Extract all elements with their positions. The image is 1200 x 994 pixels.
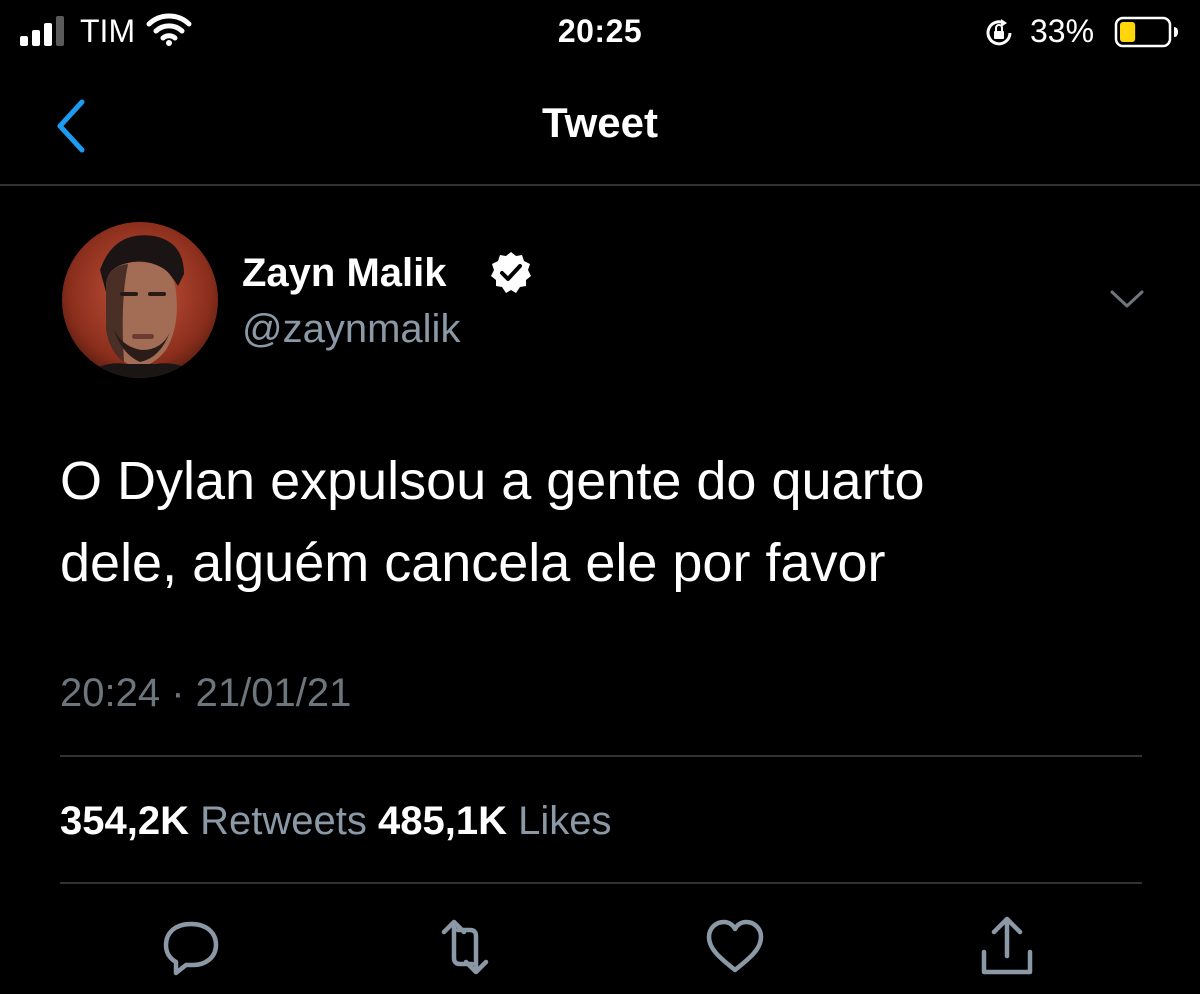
engagement-stats: 354,2K Retweets 485,1K Likes: [60, 798, 611, 844]
author-name[interactable]: Zayn Malik: [242, 250, 447, 296]
retweets-count: 354,2K: [60, 799, 189, 843]
likes-label: Likes: [518, 799, 612, 843]
divider: [60, 755, 1142, 757]
reply-icon[interactable]: [156, 912, 226, 982]
avatar[interactable]: [62, 222, 218, 378]
retweets-stat[interactable]: 354,2K Retweets: [60, 799, 378, 843]
nav-bar: Tweet: [0, 64, 1200, 186]
like-icon[interactable]: [700, 912, 770, 982]
share-icon[interactable]: [972, 912, 1042, 982]
battery-percent: 33%: [1030, 13, 1095, 49]
verified-badge-icon: [491, 252, 531, 293]
retweets-label: Retweets: [200, 799, 367, 843]
author-handle[interactable]: @zaynmalik: [242, 306, 460, 352]
chevron-down-icon[interactable]: [1106, 284, 1148, 316]
likes-stat[interactable]: 485,1K Likes: [378, 799, 612, 843]
avatar-image: [62, 222, 218, 378]
tweet-timestamp[interactable]: 20:24 · 21/01/21: [60, 670, 351, 716]
divider: [60, 882, 1142, 884]
battery-icon: [1114, 16, 1178, 48]
tweet-text: O Dylan expulsou a gente do quarto dele,…: [60, 451, 925, 593]
likes-count: 485,1K: [377, 799, 507, 843]
status-clock: 20:25: [557, 13, 643, 49]
rotation-lock-icon: [986, 19, 1012, 46]
retweet-icon[interactable]: [430, 912, 500, 982]
page-title: Tweet: [542, 99, 658, 146]
status-bar: TIM 20:25 33%: [0, 0, 1200, 64]
